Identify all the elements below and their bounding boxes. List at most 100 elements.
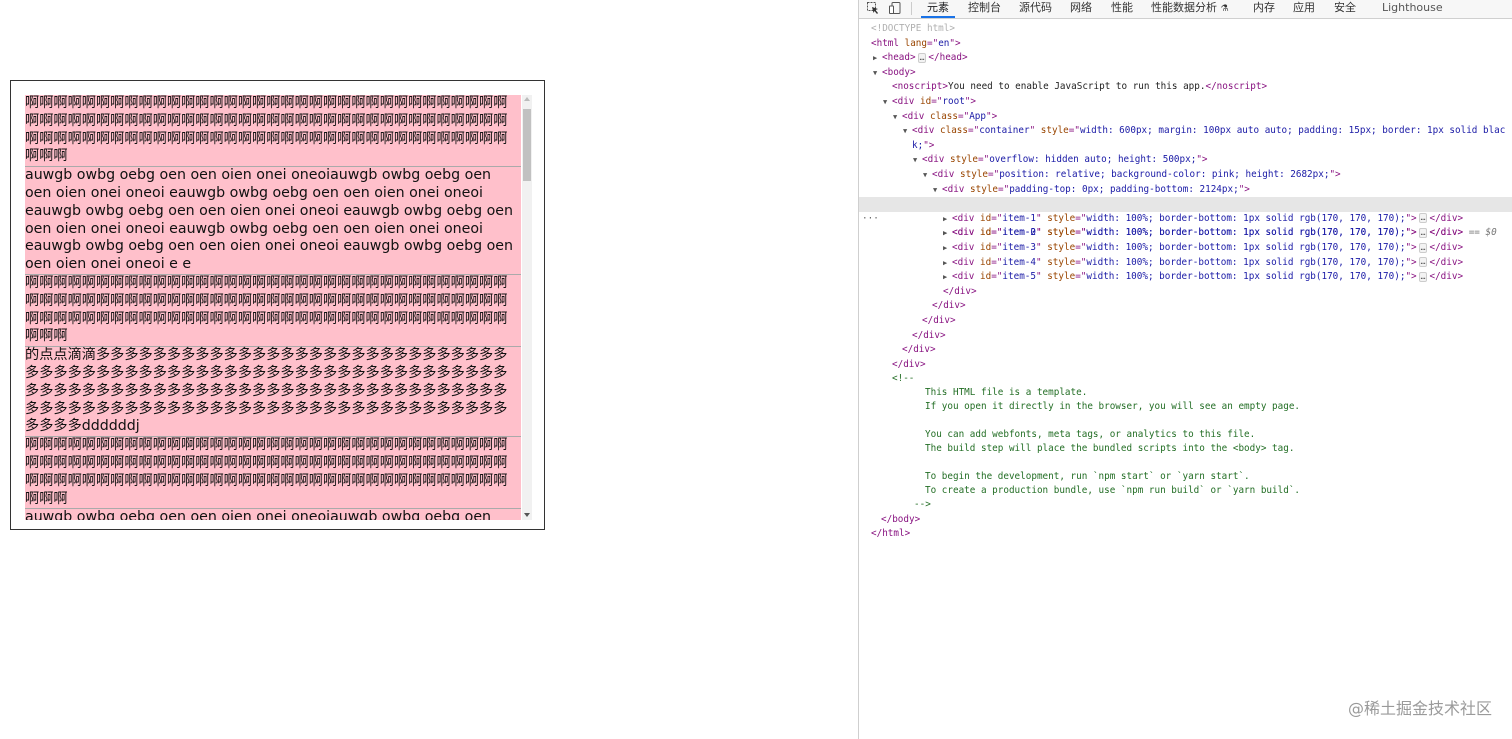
list-item: auwgb owbg oebg oen oen oien onei oneoia… (25, 167, 521, 275)
expand-triangle-icon[interactable]: ▶ (943, 241, 952, 256)
collapsed-ellipsis-button[interactable]: … (1418, 227, 1428, 238)
comment-line: The build step will place the bundled sc… (925, 442, 1294, 457)
tab-memory[interactable]: 内存 (1253, 0, 1275, 18)
dom-node-item-selected[interactable]: ··· ▶ <div id="item-0" style="width: 100%… (859, 197, 1512, 238)
scrollbar-thumb[interactable] (523, 109, 531, 181)
collapse-triangle-icon[interactable]: ▼ (883, 95, 892, 110)
comment-text: If you open it directly in the browser, … (925, 401, 1301, 412)
collapsed-ellipsis-button[interactable]: … (1418, 257, 1428, 268)
dom-node-head[interactable]: ▶ <head>… </head> (873, 51, 968, 66)
closing-tag: </div> (892, 358, 926, 373)
devtools-panel: 元素 控制台 源代码 网络 性能 性能数据分析 ⚗ 内存 应用 安全 Light… (858, 0, 1512, 739)
closing-tag-html: </html> (871, 527, 910, 542)
expand-triangle-icon[interactable]: ▶ (943, 270, 952, 285)
node-actions-dots[interactable]: ··· (862, 212, 879, 227)
attr-value: width: 600px; margin: 100px auto auto; p… (1079, 125, 1506, 137)
vertical-scrollbar[interactable] (522, 95, 532, 520)
dom-node-item[interactable]: ▶ <div id="item-4" style="width: 100%; bo… (943, 256, 1463, 271)
expand-triangle-icon[interactable]: ▶ (873, 51, 882, 66)
dom-node-overflow[interactable]: ▼ <div style="overflow: hidden auto; heig… (913, 153, 1208, 168)
doctype-node[interactable]: <!DOCTYPE html> (871, 22, 955, 37)
list-item: 的点点滴滴多多多多多多多多多多多多多多多多多多多多多多多多多多多多多多多多多多多… (25, 347, 521, 438)
dom-node-container[interactable]: ▼ <div class="container" style="width: 60… (903, 124, 1505, 139)
doctype-text: <!DOCTYPE html> (871, 23, 955, 34)
comment-text: The build step will place the bundled sc… (925, 443, 1295, 454)
scroll-down-arrow-icon[interactable] (524, 513, 530, 517)
collapse-triangle-icon[interactable]: ▼ (913, 153, 922, 168)
dom-node-item[interactable]: ▶ <div id="item-5" style="width: 100%; bo… (943, 270, 1463, 285)
tag-close: </div> (902, 344, 936, 356)
tab-lighthouse[interactable]: Lighthouse (1382, 0, 1443, 18)
tag-close: </div> (912, 329, 946, 341)
comment-text: To create a production bundle, use `npm … (925, 485, 1301, 496)
dom-node-item[interactable]: ▶ <div id="item-3" style="width: 100%; bo… (943, 241, 1463, 256)
tab-sources[interactable]: 源代码 (1019, 0, 1052, 18)
attr-value: item-2 (1002, 227, 1036, 239)
comment-node[interactable]: <!-- (892, 372, 914, 387)
dom-tree: <!DOCTYPE html> <html lang="en"> ▶ <head>… (859, 20, 1512, 550)
tag-close: </html> (871, 528, 911, 540)
attr-value: item-5 (1002, 271, 1036, 283)
attr-name: lang (904, 37, 927, 49)
tag-close: </head> (928, 52, 968, 64)
tag-close: </div> (943, 285, 977, 297)
closing-tag: </div> (922, 314, 956, 329)
list-item: 啊啊啊啊啊啊啊啊啊啊啊啊啊啊啊啊啊啊啊啊啊啊啊啊啊啊啊啊啊啊啊啊啊啊啊啊啊啊啊啊… (25, 275, 521, 348)
attr-value: root (942, 96, 965, 107)
tab-network[interactable]: 网络 (1070, 0, 1092, 18)
scroll-up-arrow-icon[interactable] (524, 97, 530, 101)
collapse-triangle-icon[interactable]: ▼ (893, 110, 902, 125)
collapse-triangle-icon[interactable]: ▼ (933, 183, 942, 198)
tab-elements[interactable]: 元素 (921, 0, 955, 18)
tag-close: </div> (932, 300, 966, 312)
expand-triangle-icon[interactable]: ▶ (943, 226, 952, 241)
expand-triangle-icon[interactable]: ▶ (943, 256, 952, 271)
comment-open: <!-- (892, 373, 915, 385)
dom-node-app[interactable]: ▼ <div class="App"> (893, 110, 997, 125)
attr-value: item-4 (1002, 256, 1036, 268)
dom-node-item[interactable]: ▶ <div id="item-1" style="width: 100%; bo… (943, 212, 1463, 227)
beaker-icon: ⚗ (1220, 4, 1229, 14)
dom-node-relative[interactable]: ▼ <div style="position: relative; backgro… (923, 168, 1341, 183)
dom-node-root[interactable]: ▼ <div id="root"> (883, 95, 976, 110)
tag-close: </noscript> (1205, 81, 1268, 93)
dom-node-body[interactable]: ▼ <body> (873, 66, 916, 81)
collapsed-ellipsis-button[interactable]: … (917, 52, 927, 63)
device-toolbar-icon[interactable] (889, 2, 901, 14)
collapsed-ellipsis-button[interactable]: … (1418, 242, 1428, 253)
list-item: auwgb owbg oebg oen oen oien onei oneoia… (25, 509, 521, 520)
dom-node-padding[interactable]: ▼ <div style="padding-top: 0px; padding-b… (933, 183, 1250, 198)
comment-text: To begin the development, run `npm start… (925, 471, 1250, 482)
collapse-triangle-icon[interactable]: ▼ (923, 168, 932, 183)
tab-performance-insights[interactable]: 性能数据分析 ⚗ (1151, 0, 1229, 18)
tab-application[interactable]: 应用 (1293, 0, 1315, 18)
tab-security[interactable]: 安全 (1334, 0, 1356, 18)
comment-text: This HTML file is a template. (925, 387, 1088, 398)
attr-value: width: 100%; border-bottom: 1px solid rg… (1086, 256, 1406, 268)
tab-performance[interactable]: 性能 (1111, 0, 1133, 18)
watermark: @稀土掘金技术社区 (1347, 699, 1492, 718)
collapsed-ellipsis-button[interactable]: … (1418, 271, 1428, 282)
comment-line: To create a production bundle, use `npm … (925, 484, 1300, 499)
tab-console[interactable]: 控制台 (968, 0, 1001, 18)
tag-close: </div> (922, 315, 956, 326)
dom-node-noscript[interactable]: <noscript>You need to enable JavaScript … (892, 80, 1267, 95)
tag-close: </body> (881, 513, 921, 525)
collapse-triangle-icon[interactable]: ▼ (903, 124, 912, 139)
attr-value: padding-top: 0px; padding-bottom: 2124px… (1009, 183, 1239, 195)
virtual-list-scroller[interactable]: 啊啊啊啊啊啊啊啊啊啊啊啊啊啊啊啊啊啊啊啊啊啊啊啊啊啊啊啊啊啊啊啊啊啊啊啊啊啊啊啊… (25, 95, 521, 520)
toolbar-separator (911, 2, 912, 15)
comment-text: You can add webfonts, meta tags, or anal… (925, 429, 1256, 440)
dom-node-html[interactable]: <html lang="en"> (871, 37, 961, 52)
dom-node-item[interactable]: ▶ <div id="item-2" style="width: 100%; bo… (943, 226, 1463, 241)
tag-name: html (876, 37, 899, 49)
inspect-element-icon[interactable] (867, 2, 879, 14)
attr-value: k; (912, 139, 924, 151)
closing-tag: </div> (912, 329, 946, 344)
collapsed-ellipsis-button[interactable]: … (1418, 213, 1428, 224)
collapse-triangle-icon[interactable]: ▼ (873, 66, 882, 81)
dom-node-container-wrap: k;"> (912, 139, 935, 151)
attr-value: container (979, 125, 1030, 137)
closing-tag: </div> (902, 343, 936, 358)
expand-triangle-icon[interactable]: ▶ (943, 212, 952, 227)
